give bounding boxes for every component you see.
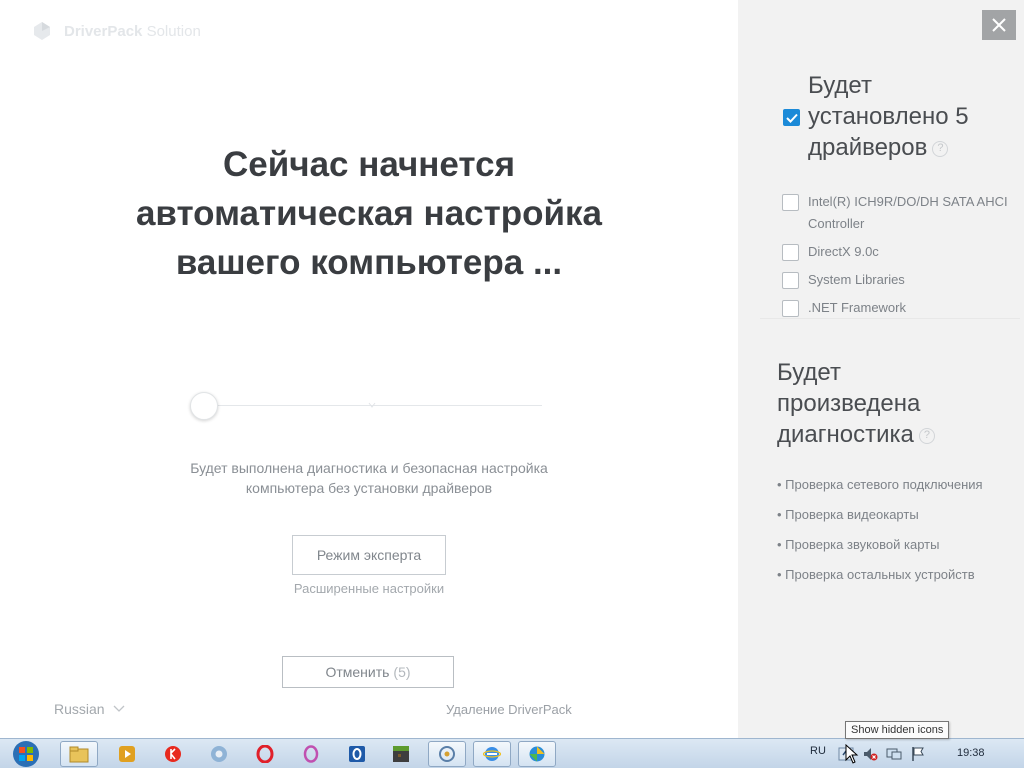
driverpack-window: DriverPack Solution Сейчас начнется авто… xyxy=(0,0,1024,738)
taskbar-minecraft[interactable] xyxy=(382,741,420,767)
brand-suffix: Solution xyxy=(146,22,201,40)
taskbar-internet-explorer[interactable] xyxy=(473,741,511,767)
volume-muted-icon[interactable] xyxy=(862,746,878,762)
taskbar-app-o[interactable] xyxy=(338,741,376,767)
brand-name: DriverPack xyxy=(64,22,143,40)
diagnostics-list: • Проверка сетевого подключения • Провер… xyxy=(777,475,1017,595)
mode-slider[interactable] xyxy=(190,392,542,420)
media-player-icon xyxy=(119,746,135,762)
mode-description: Будет выполнена диагностика и безопасная… xyxy=(190,460,548,496)
close-icon xyxy=(992,18,1006,32)
driver-item[interactable]: System Libraries xyxy=(782,269,1012,291)
taskbar-driverpack[interactable] xyxy=(518,741,556,767)
diagnostics-title: Будет произведена диагностика? xyxy=(777,357,997,450)
driver-item[interactable]: DirectX 9.0c xyxy=(782,241,1012,263)
tray-language[interactable]: RU xyxy=(810,745,826,757)
page-title: Сейчас начнется автоматическая настройка… xyxy=(135,145,603,282)
expert-mode-button[interactable]: Режим эксперта xyxy=(292,535,446,575)
clock[interactable]: 19:38 xyxy=(957,747,985,759)
driver-label: .NET Framework xyxy=(808,300,906,315)
slider-tick-icon xyxy=(368,402,376,408)
taskbar-chromium[interactable] xyxy=(200,741,238,767)
windows-start-icon xyxy=(13,741,39,767)
driver-checkbox[interactable] xyxy=(782,194,799,211)
help-icon[interactable]: ? xyxy=(918,427,935,444)
language-selector[interactable]: Russian xyxy=(54,701,125,717)
uninstall-link[interactable]: Удаление DriverPack xyxy=(446,702,572,717)
help-icon[interactable]: ? xyxy=(932,140,949,157)
driver-checkbox[interactable] xyxy=(782,272,799,289)
taskbar: RU 19:38 xyxy=(0,738,1024,768)
driver-checkbox[interactable] xyxy=(782,300,799,317)
opera-neon-icon xyxy=(303,745,319,763)
language-label: Russian xyxy=(54,701,105,717)
drivers-list: Intel(R) ICH9R/DO/DH SATA AHCI Controlle… xyxy=(782,191,1012,325)
opera-icon xyxy=(256,745,274,763)
list-item: • Проверка остальных устройств xyxy=(777,567,975,582)
divider xyxy=(760,318,1020,319)
taskbar-media-player[interactable] xyxy=(108,741,146,767)
main-panel: DriverPack Solution Сейчас начнется авто… xyxy=(0,0,738,738)
cancel-label: Отменить xyxy=(325,664,390,680)
driver-item[interactable]: .NET Framework xyxy=(782,297,1012,319)
driver-label: System Libraries xyxy=(808,272,905,287)
taskbar-opera[interactable] xyxy=(246,741,284,767)
action-center-flag-icon[interactable] xyxy=(910,746,926,762)
driver-checkbox[interactable] xyxy=(782,244,799,261)
driver-item[interactable]: Intel(R) ICH9R/DO/DH SATA AHCI Controlle… xyxy=(782,191,1012,235)
internet-explorer-icon xyxy=(483,747,501,761)
taskbar-yandex[interactable] xyxy=(154,741,192,767)
taskbar-opera-neon[interactable] xyxy=(292,741,330,767)
list-item: • Проверка видеокарты xyxy=(777,507,919,522)
list-item: • Проверка звуковой карты xyxy=(777,537,940,552)
driver-label: Intel(R) ICH9R/DO/DH SATA AHCI Controlle… xyxy=(808,194,1008,231)
drivers-title: Будет установлено 5 драйверов? xyxy=(808,72,969,161)
tool-icon xyxy=(439,746,455,762)
checkmark-icon xyxy=(785,113,798,123)
driverpack-logo-icon xyxy=(34,22,50,40)
mouse-cursor-icon xyxy=(845,744,859,764)
cancel-button[interactable]: Отменить (5) xyxy=(282,656,454,688)
app-o-icon xyxy=(349,746,365,762)
chromium-icon xyxy=(211,746,227,762)
list-item: • Проверка сетевого подключения xyxy=(777,477,983,492)
slider-knob[interactable] xyxy=(190,392,218,420)
yandex-icon xyxy=(165,746,181,762)
start-button[interactable] xyxy=(6,740,46,768)
close-button[interactable] xyxy=(982,10,1016,40)
minecraft-icon xyxy=(393,746,409,762)
driverpack-icon xyxy=(529,746,545,762)
network-icon[interactable] xyxy=(886,746,902,762)
tooltip: Show hidden icons xyxy=(845,721,950,739)
driver-label: DirectX 9.0c xyxy=(808,244,879,259)
taskbar-explorer[interactable] xyxy=(60,741,98,767)
chevron-down-icon xyxy=(113,705,125,712)
brand: DriverPack Solution xyxy=(30,19,201,43)
taskbar-tool[interactable] xyxy=(428,741,466,767)
advanced-settings-link[interactable]: Расширенные настройки xyxy=(269,581,469,596)
folder-icon xyxy=(69,746,89,763)
install-all-checkbox[interactable] xyxy=(783,109,800,126)
cancel-countdown: (5) xyxy=(393,664,411,680)
